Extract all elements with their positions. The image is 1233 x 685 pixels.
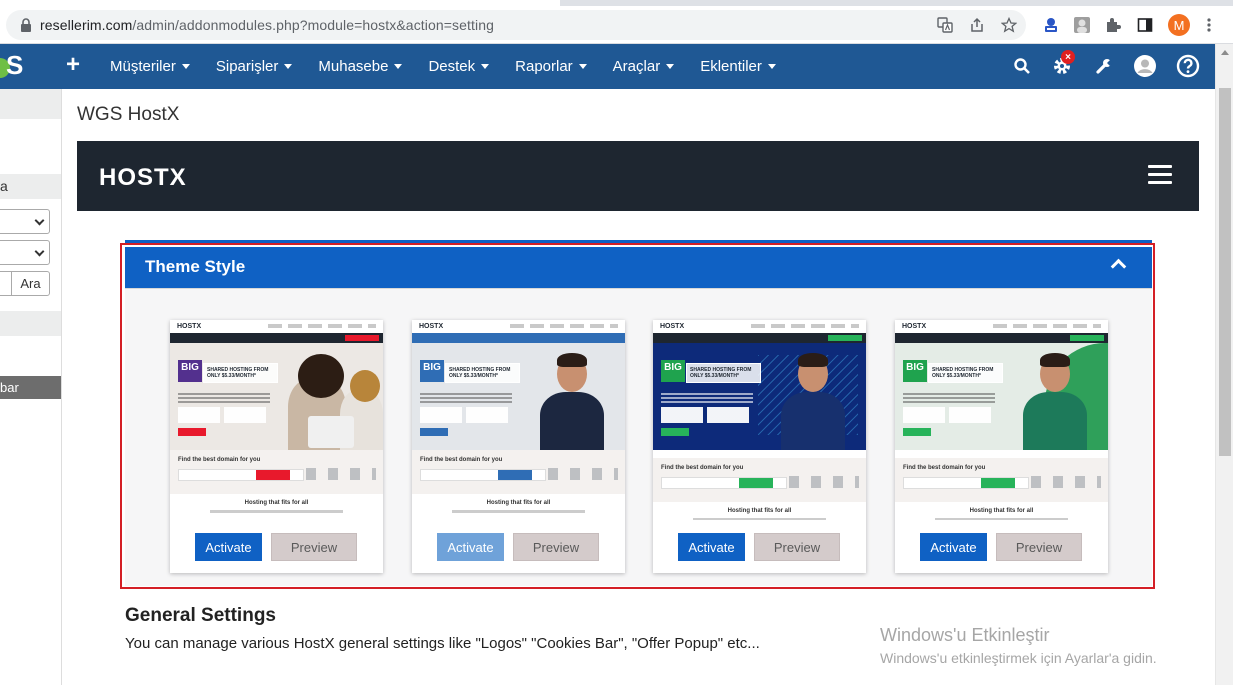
profile-photo-icon[interactable] bbox=[1071, 14, 1093, 36]
hostx-logo-mark: HOSTX bbox=[99, 164, 187, 191]
windows-activation-watermark: Windows'u Etkinleştir bbox=[880, 625, 1050, 645]
help-icon[interactable] bbox=[1176, 54, 1200, 78]
wrench-icon[interactable] bbox=[1092, 54, 1116, 78]
page-scrollbar[interactable] bbox=[1215, 44, 1233, 685]
notification-badge[interactable]: × bbox=[1061, 50, 1075, 64]
hostx-logo-text: HOSTX bbox=[99, 164, 187, 191]
chevron-down-icon bbox=[34, 215, 45, 226]
star-icon[interactable] bbox=[998, 14, 1020, 36]
address-bar[interactable]: resellerim.com/admin/addonmodules.php?mo… bbox=[6, 10, 1026, 40]
caret-down-icon bbox=[767, 64, 776, 69]
menu-label: Eklentiler bbox=[700, 58, 762, 75]
sidebar-search-button[interactable]: Ara bbox=[11, 271, 50, 296]
lock-icon[interactable] bbox=[20, 18, 32, 32]
scroll-up-icon[interactable] bbox=[1221, 50, 1229, 55]
windows-activation-hint: Windows'u etkinleştirmek için Ayarlar'a … bbox=[880, 650, 1157, 666]
sidebar-select-2[interactable] bbox=[0, 240, 50, 265]
url-host: resellerim.com bbox=[40, 17, 133, 33]
sidebar-icon[interactable] bbox=[1134, 14, 1156, 36]
sidebar-band bbox=[0, 89, 61, 119]
share-icon[interactable] bbox=[966, 14, 988, 36]
caret-down-icon bbox=[666, 64, 675, 69]
whmcs-logo[interactable]: S bbox=[0, 50, 30, 84]
url-path: /admin/addonmodules.php?module=hostx&act… bbox=[132, 17, 494, 33]
caret-down-icon bbox=[578, 64, 587, 69]
extension-badge-icon[interactable] bbox=[1040, 14, 1062, 36]
menu-musteriler[interactable]: Müşteriler bbox=[110, 58, 190, 75]
chevron-down-icon bbox=[34, 246, 45, 257]
menu-raporlar[interactable]: Raporlar bbox=[515, 58, 587, 75]
scrollbar-thumb[interactable] bbox=[1219, 88, 1231, 456]
menu-siparisler[interactable]: Siparişler bbox=[216, 58, 293, 75]
tab-strip bbox=[0, 0, 1233, 6]
highlight-frame bbox=[120, 243, 1155, 589]
page-title: WGS HostX bbox=[77, 104, 180, 125]
menu-label: Destek bbox=[428, 58, 476, 75]
general-settings-description: You can manage various HostX general set… bbox=[125, 635, 760, 652]
caret-down-icon bbox=[284, 64, 293, 69]
menu-muhasebe[interactable]: Muhasebe bbox=[318, 58, 403, 75]
logo-letter: S bbox=[6, 50, 24, 80]
caret-down-icon bbox=[394, 64, 403, 69]
sidebar-select-1[interactable] bbox=[0, 209, 50, 234]
left-sidebar: a Ara bar bbox=[0, 89, 62, 685]
menu-label: Raporlar bbox=[515, 58, 573, 75]
menu-eklentiler[interactable]: Eklentiler bbox=[700, 58, 776, 75]
sidebar-label: a bbox=[0, 178, 8, 194]
menu-label: Muhasebe bbox=[318, 58, 389, 75]
url-text[interactable]: resellerim.com/admin/addonmodules.php?mo… bbox=[40, 17, 494, 33]
general-settings-title: General Settings bbox=[125, 605, 276, 626]
profile-avatar[interactable]: M bbox=[1168, 14, 1190, 36]
active-tab[interactable] bbox=[0, 0, 560, 6]
hostx-header-bar: HOSTX bbox=[77, 141, 1199, 211]
hostx-logo: HOSTX bbox=[99, 161, 209, 191]
search-icon[interactable] bbox=[1010, 54, 1034, 78]
menu-label: Müşteriler bbox=[110, 58, 176, 75]
menu-destek[interactable]: Destek bbox=[428, 58, 490, 75]
admin-navbar: S + Müşteriler Siparişler Muhasebe Deste… bbox=[0, 44, 1215, 89]
sidebar-band bbox=[0, 174, 61, 199]
translate-icon[interactable] bbox=[934, 14, 956, 36]
menu-label: Araçlar bbox=[612, 58, 661, 75]
add-new-icon[interactable]: + bbox=[66, 53, 80, 77]
menu-araclar[interactable]: Araçlar bbox=[613, 58, 675, 75]
caret-down-icon bbox=[481, 64, 490, 69]
main-menu: Müşteriler Siparişler Muhasebe Destek Ra… bbox=[110, 44, 776, 89]
hamburger-menu-icon[interactable] bbox=[1148, 165, 1172, 185]
menu-label: Siparişler bbox=[215, 58, 279, 75]
sidebar-active-item[interactable]: bar bbox=[0, 376, 61, 399]
puzzle-icon[interactable] bbox=[1102, 14, 1124, 36]
user-avatar-icon[interactable] bbox=[1133, 54, 1157, 78]
caret-down-icon bbox=[181, 64, 190, 69]
sidebar-band bbox=[0, 311, 61, 336]
kebab-menu-icon[interactable] bbox=[1198, 14, 1220, 36]
browser-toolbar: resellerim.com/admin/addonmodules.php?mo… bbox=[0, 0, 1233, 44]
